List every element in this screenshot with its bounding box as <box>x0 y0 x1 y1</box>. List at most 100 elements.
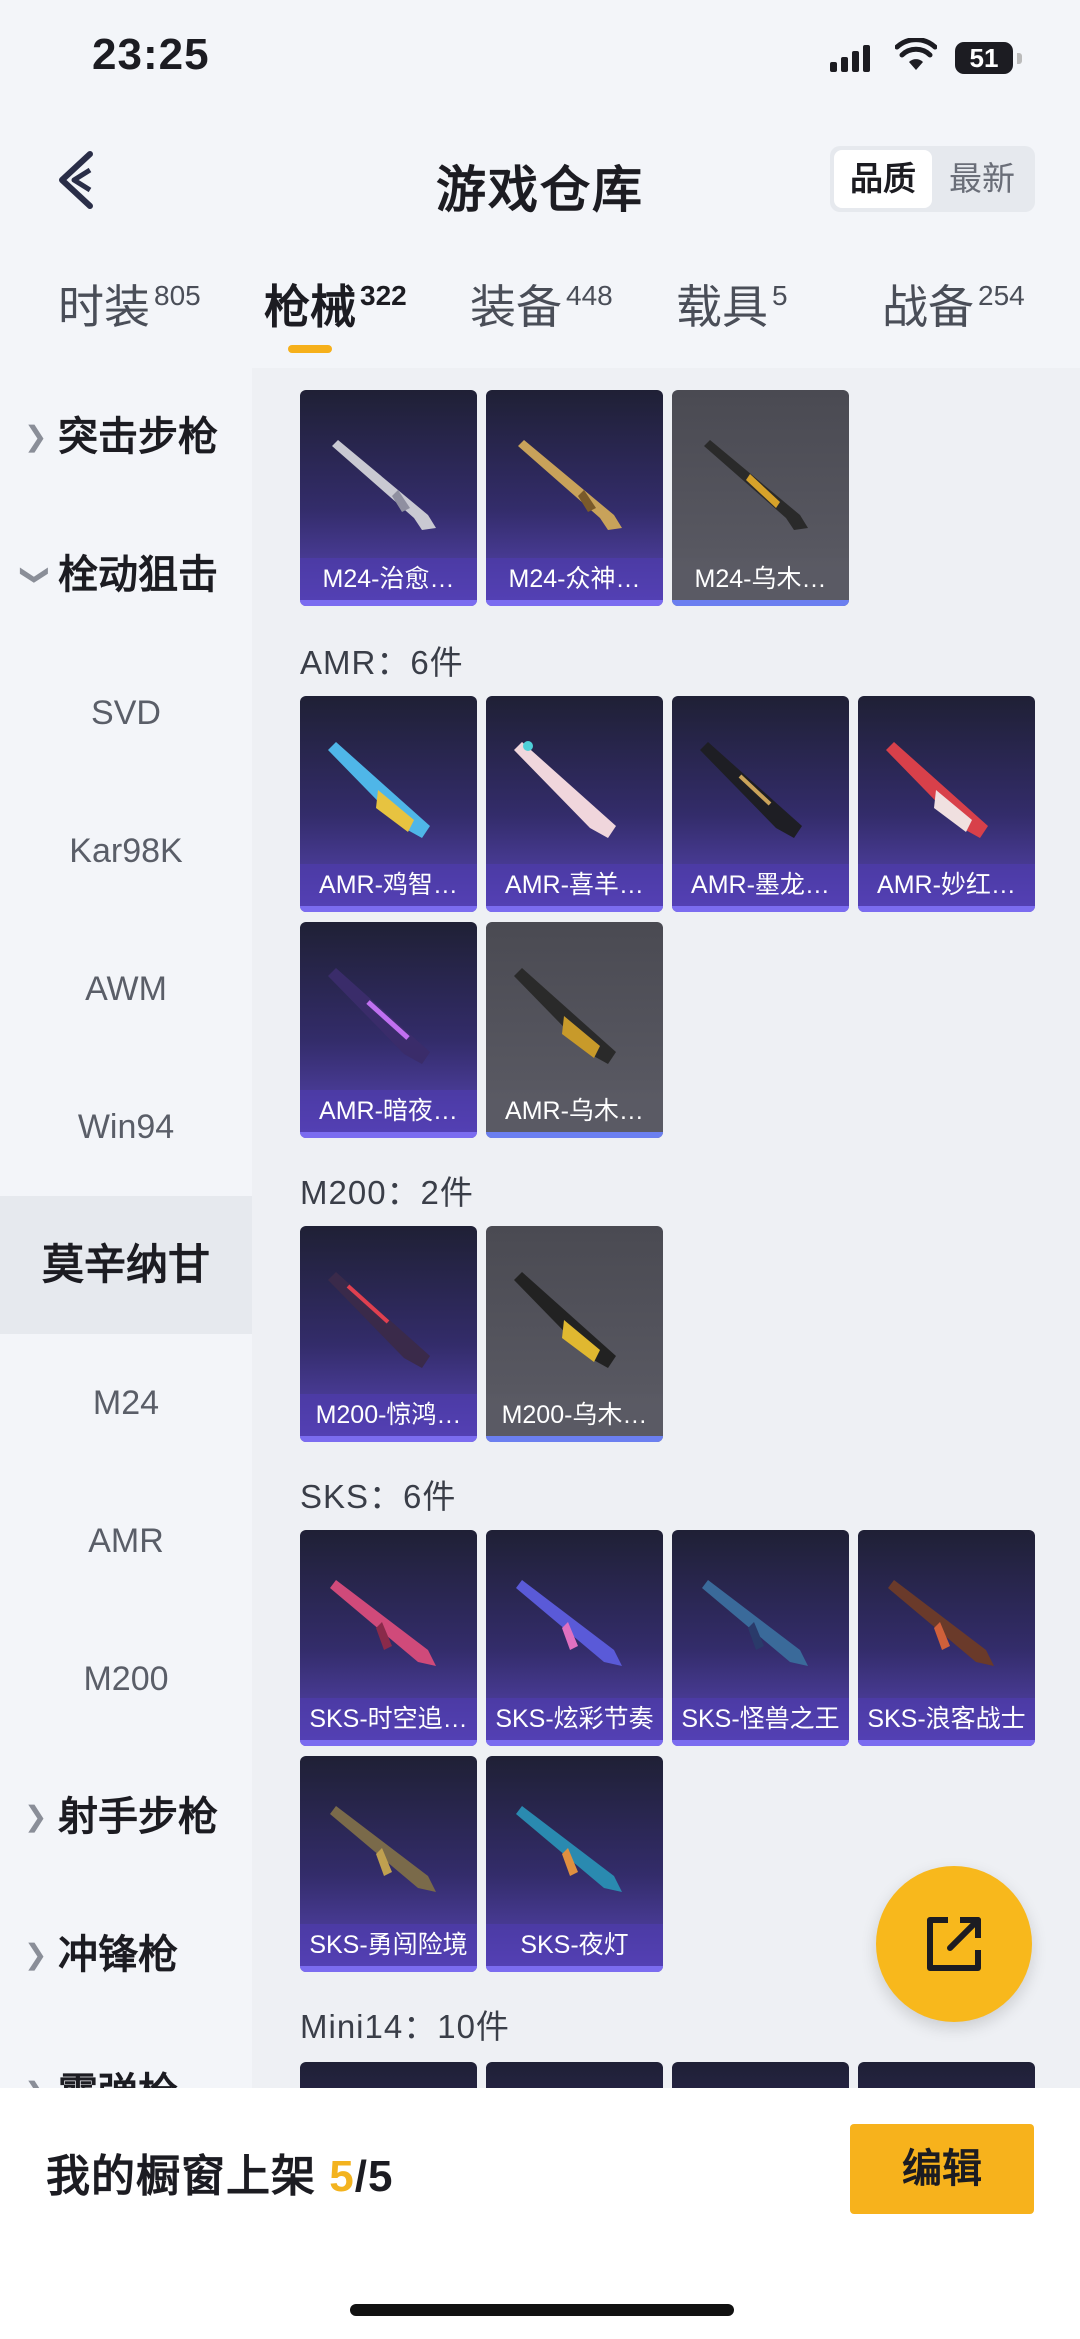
sort-latest-button[interactable]: 最新 <box>933 150 1031 208</box>
skin-card[interactable]: AMR-暗夜… <box>300 922 477 1138</box>
section-title-sks: SKS：6件 <box>300 1478 457 1515</box>
showcase-total: /5 <box>354 2152 394 2201</box>
sidebar-group-marksman[interactable]: ❯ 射手步枪 <box>0 1748 252 1886</box>
sidebar-item-amr[interactable]: AMR <box>0 1472 252 1610</box>
skin-card[interactable]: M200-惊鸿… <box>300 1226 477 1442</box>
quality-bar <box>486 1966 663 1972</box>
rifle-icon <box>704 440 808 530</box>
quality-bar <box>858 906 1035 912</box>
weapon-skin-grid: M24-治愈… M24-众神… M24-乌木… AMR：6件 AMR-鸡智… A… <box>252 368 1080 2088</box>
skin-name: AMR-喜羊… <box>486 864 663 906</box>
sidebar-item-svd[interactable]: SVD <box>0 644 252 782</box>
skin-card[interactable]: SKS-炫彩节奏 <box>486 1530 663 1746</box>
share-button[interactable] <box>876 1866 1032 2022</box>
rifle-icon <box>518 440 622 530</box>
skin-name: AMR-妙红… <box>858 864 1035 906</box>
chevron-right-icon: ❯ <box>24 421 48 452</box>
tab-count: 805 <box>154 280 201 311</box>
skin-card[interactable]: M24-乌木… <box>672 390 849 606</box>
sort-toggle: 品质 最新 <box>830 146 1035 212</box>
chevron-down-icon: ❯ <box>20 563 52 587</box>
rifle-icon <box>702 1580 808 1666</box>
section-title-m200: M200：2件 <box>300 1174 474 1211</box>
skin-card[interactable]: SKS-夜灯 <box>486 1756 663 1972</box>
home-indicator[interactable] <box>350 2304 734 2316</box>
skin-card[interactable]: SKS-时空追… <box>300 1530 477 1746</box>
tab-count: 254 <box>978 280 1025 311</box>
quality-bar <box>300 906 477 912</box>
skin-name: AMR-鸡智… <box>300 864 477 906</box>
tab-label: 装备 <box>470 281 562 333</box>
skin-name: M200-惊鸿… <box>300 1394 477 1436</box>
quality-bar <box>486 1740 663 1746</box>
rifle-icon <box>516 1806 622 1892</box>
sidebar-group-assault-rifle[interactable]: ❯ 突击步枪 <box>0 368 252 506</box>
skin-name: SKS-炫彩节奏 <box>486 1698 663 1740</box>
sort-quality-button[interactable]: 品质 <box>834 150 932 208</box>
sidebar-item-kar98k[interactable]: Kar98K <box>0 782 252 920</box>
status-bar: 23:25 51 <box>0 0 1080 120</box>
weapon-type-sidebar: ❯ 突击步枪 ❯ 栓动狙击 SVD Kar98K AWM Win94 莫辛纳甘 M2… <box>0 368 252 2115</box>
sidebar-item-awm[interactable]: AWM <box>0 920 252 1058</box>
skin-name: SKS-时空追… <box>300 1698 477 1740</box>
tab-count: 322 <box>360 280 407 311</box>
skin-name: M24-众神… <box>486 558 663 600</box>
header: 游戏仓库 品质 最新 <box>0 120 1080 240</box>
sidebar-item-win94[interactable]: Win94 <box>0 1058 252 1196</box>
skin-name: M200-乌木… <box>486 1394 663 1436</box>
showcase-count: 5 <box>329 2152 355 2201</box>
skin-name: SKS-勇闯险境 <box>300 1924 477 1966</box>
sidebar-item-m24[interactable]: M24 <box>0 1334 252 1472</box>
skin-card[interactable]: SKS-勇闯险境 <box>300 1756 477 1972</box>
skin-card[interactable]: M200-乌木… <box>486 1226 663 1442</box>
quality-bar <box>486 1436 663 1442</box>
sidebar-item-m200[interactable]: M200 <box>0 1610 252 1748</box>
skin-name: M24-乌木… <box>672 558 849 600</box>
skin-name: SKS-浪客战士 <box>858 1698 1035 1740</box>
tab-vehicles[interactable]: 载具 5 <box>676 271 788 337</box>
sidebar-item-label: 冲锋枪 <box>58 1933 178 1977</box>
skin-card[interactable] <box>672 2062 849 2088</box>
sidebar-group-smg[interactable]: ❯ 冲锋枪 <box>0 1886 252 2024</box>
rifle-icon <box>332 440 436 530</box>
category-tabs: 时装 805 枪械 322 装备 448 载具 5 战备 254 <box>0 255 1080 365</box>
quality-bar <box>672 600 849 606</box>
skin-card[interactable]: AMR-乌木… <box>486 922 663 1138</box>
edit-button[interactable]: 编辑 <box>850 2124 1034 2214</box>
quality-bar <box>300 1132 477 1138</box>
status-time: 23:25 <box>92 30 210 79</box>
quality-bar <box>300 1436 477 1442</box>
showcase-label: 我的橱窗上架 <box>46 2152 316 2201</box>
skin-card[interactable]: AMR-墨龙… <box>672 696 849 912</box>
skin-name: AMR-乌木… <box>486 1090 663 1132</box>
chevron-right-icon: ❯ <box>24 1939 48 1970</box>
quality-bar <box>300 600 477 606</box>
tab-count: 448 <box>566 280 613 311</box>
sidebar-item-mosin[interactable]: 莫辛纳甘 <box>0 1196 252 1334</box>
tab-fashion[interactable]: 时装 805 <box>58 271 201 337</box>
tab-guns[interactable]: 枪械 322 <box>264 271 407 337</box>
quality-bar <box>486 906 663 912</box>
skin-card[interactable]: SKS-浪客战士 <box>858 1530 1035 1746</box>
skin-card[interactable]: AMR-鸡智… <box>300 696 477 912</box>
skin-card[interactable]: SKS-怪兽之王 <box>672 1530 849 1746</box>
tab-label: 枪械 <box>264 281 356 333</box>
skin-card[interactable] <box>486 2062 663 2088</box>
battery-icon: 51 <box>955 42 1022 74</box>
skin-name: AMR-墨龙… <box>672 864 849 906</box>
section-title-mini14: Mini14：10件 <box>300 2008 510 2045</box>
skin-card[interactable] <box>858 2062 1035 2088</box>
tab-gear[interactable]: 装备 448 <box>470 271 613 337</box>
rifle-icon <box>700 742 802 838</box>
chevron-right-icon: ❯ <box>24 1801 48 1832</box>
skin-card[interactable] <box>300 2062 477 2088</box>
rifle-icon <box>328 1272 430 1368</box>
tab-supplies[interactable]: 战备 254 <box>882 271 1025 337</box>
skin-card[interactable]: AMR-喜羊… <box>486 696 663 912</box>
cellular-signal-icon <box>830 45 870 72</box>
rifle-icon <box>514 741 616 838</box>
skin-card[interactable]: M24-众神… <box>486 390 663 606</box>
skin-card[interactable]: AMR-妙红… <box>858 696 1035 912</box>
skin-card[interactable]: M24-治愈… <box>300 390 477 606</box>
sidebar-group-bolt-sniper[interactable]: ❯ 栓动狙击 <box>0 506 252 644</box>
